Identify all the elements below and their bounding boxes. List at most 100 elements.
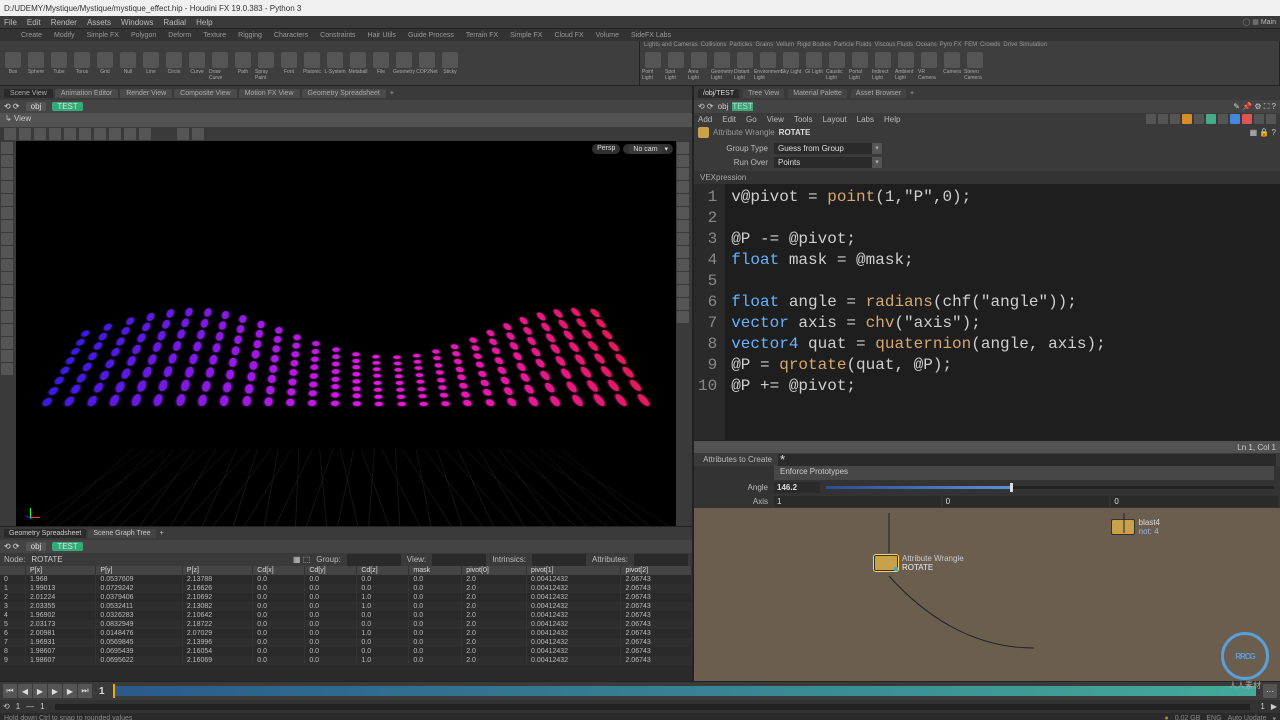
shelf-tool[interactable]: Caustic Light [826, 50, 848, 82]
viewport-canvas[interactable]: Persp No cam ▾ [16, 141, 676, 526]
shelf-tool[interactable]: Grid [94, 50, 116, 82]
tab-scene-graph-tree[interactable]: Scene Graph Tree [88, 529, 155, 538]
watermark-logo: RRCG 人人素材 [1214, 632, 1276, 694]
shelf-tool[interactable]: Spot Light [665, 50, 687, 82]
spreadsheet-pane: Geometry Spreadsheet Scene Graph Tree + … [0, 526, 693, 681]
net-tab[interactable]: /obj/TEST [698, 89, 739, 98]
menu-windows[interactable]: Windows [121, 18, 153, 27]
shelf-tool[interactable]: Sticky [439, 50, 461, 82]
shelf-tool[interactable]: Path [232, 50, 254, 82]
tab-motionfx-view[interactable]: Motion FX View [239, 89, 300, 98]
group-filter-input[interactable] [347, 554, 401, 566]
menu-edit[interactable]: Edit [27, 18, 41, 27]
shelf-tool[interactable]: Font [278, 50, 300, 82]
tab-anim-editor[interactable]: Animation Editor [55, 89, 118, 98]
camera-select[interactable]: No cam ▾ [623, 144, 673, 154]
menu-render[interactable]: Render [51, 18, 77, 27]
timeline-track[interactable] [113, 686, 1256, 696]
viewport-pane: Scene View Animation Editor Render View … [0, 86, 693, 526]
attrs-to-create-input[interactable] [778, 454, 1276, 466]
vex-label: VEXpression [694, 171, 1280, 184]
code-status: Ln 1, Col 1 [694, 440, 1280, 453]
shelf-tool[interactable]: Draw Curve [209, 50, 231, 82]
viewport-path[interactable]: ⟲ ⟳ objTEST [0, 100, 692, 113]
axis-z-input[interactable]: 0 [1111, 496, 1278, 507]
view-label: ↳ View [0, 113, 692, 127]
shelf-tool[interactable]: Curve [186, 50, 208, 82]
shelf-tool[interactable]: Geometry Light [711, 50, 733, 82]
shelf-tool[interactable]: Sphere [25, 50, 47, 82]
viewport-tabs: Scene View Animation Editor Render View … [0, 86, 692, 100]
display-flag-icon[interactable] [1182, 114, 1192, 124]
shelf-tool[interactable]: Box [2, 50, 24, 82]
run-over-select[interactable]: Points [774, 157, 872, 168]
scale-tool-icon[interactable] [1, 181, 13, 193]
shelf-tool[interactable]: Platonic [301, 50, 323, 82]
timeline: ⏮ ◀ ▶ ▶ ▶ ⏭ 1 ⋯ [0, 681, 1280, 700]
parameter-pane: /obj/TEST Tree View Material Palette Ass… [693, 86, 1280, 681]
spreadsheet-table[interactable]: P[x]P[y]P[z]Cd[x]Cd[y]Cd[z]maskpivot[0]p… [0, 566, 692, 681]
timeline-range: ⟲ 1 — 1 1 ▶ [0, 700, 1280, 713]
network-editor[interactable]: Attribute Wrangle ROTATE blast4 not: 4 [694, 508, 1280, 681]
group-type-select[interactable]: Guess from Group [774, 143, 872, 154]
main-menu: File Edit Render Assets Windows Radial H… [0, 16, 1280, 29]
shelf-tool[interactable]: Indirect Light [872, 50, 894, 82]
shelf-tool[interactable]: Ambient Light [895, 50, 917, 82]
shelf-tool[interactable]: Environment Light [757, 50, 779, 82]
shelf-tool[interactable]: COP2Net [416, 50, 438, 82]
axis-x-input[interactable]: 1 [774, 496, 941, 507]
shelf-tool[interactable]: Sky Light [780, 50, 802, 82]
angle-slider[interactable] [826, 486, 1274, 489]
wrangle-icon [698, 127, 709, 138]
menu-radial[interactable]: Radial [163, 18, 186, 27]
shelf-tool[interactable]: Geometry [393, 50, 415, 82]
shelf-tool[interactable]: Point Light [642, 50, 664, 82]
shelf-tool[interactable]: File [370, 50, 392, 82]
shelf-tool[interactable]: L-System [324, 50, 346, 82]
persp-toggle[interactable]: Persp [592, 144, 620, 154]
current-frame[interactable]: 1 [95, 686, 109, 697]
tab-scene-view[interactable]: Scene View [4, 89, 53, 98]
shelf-tool[interactable]: Line [140, 50, 162, 82]
tool-shelf: BoxSphereTubeTorusGridNullLineCircleCurv… [0, 41, 1280, 86]
tab-geospread[interactable]: Geometry Spreadsheet [302, 89, 386, 98]
shelf-tool[interactable]: Stereo Camera [964, 50, 986, 82]
angle-value[interactable]: 146.2 [774, 482, 820, 493]
menu-help[interactable]: Help [196, 18, 212, 27]
rotate-tool-icon[interactable] [1, 168, 13, 180]
viewport-toolbar [0, 127, 692, 141]
viewport-left-tools [0, 141, 16, 526]
shelf-tool[interactable]: Portal Light [849, 50, 871, 82]
tab-render-view[interactable]: Render View [120, 89, 172, 98]
menu-file[interactable]: File [4, 18, 17, 27]
shelf-tool[interactable]: Torus [71, 50, 93, 82]
shelf-tool[interactable]: GI Light [803, 50, 825, 82]
shelf-tab-strip: Create Modify Simple FX Polygon Deform T… [0, 29, 1280, 41]
play-button[interactable]: ▶ [48, 684, 62, 698]
next-frame-button[interactable]: ▶ [63, 684, 77, 698]
shelf-tool[interactable]: Null [117, 50, 139, 82]
prev-frame-button[interactable]: ◀ [18, 684, 32, 698]
shelf-tool[interactable]: VR Camera [918, 50, 940, 82]
move-tool-icon[interactable] [1, 155, 13, 167]
tab-geo-spreadsheet[interactable]: Geometry Spreadsheet [4, 529, 86, 538]
select-tool-icon[interactable] [1, 142, 13, 154]
vp-tool-icon[interactable] [4, 128, 16, 140]
axis-y-input[interactable]: 0 [943, 496, 1110, 507]
play-back-button[interactable]: ▶ [33, 684, 47, 698]
shelf-tool[interactable]: Tube [48, 50, 70, 82]
last-frame-button[interactable]: ⏭ [78, 684, 92, 698]
shelf-tool[interactable]: Distant Light [734, 50, 756, 82]
view-filter-input[interactable] [432, 554, 486, 566]
vex-code-editor[interactable]: 12345678910 v@pivot = point(1,"P",0); @P… [694, 184, 1280, 440]
tab-composite-view[interactable]: Composite View [174, 89, 236, 98]
menu-assets[interactable]: Assets [87, 18, 111, 27]
shelf-tool[interactable]: Spray Paint [255, 50, 277, 82]
first-frame-button[interactable]: ⏮ [3, 684, 17, 698]
shelf-tool[interactable]: Camera [941, 50, 963, 82]
enforce-prototypes-toggle[interactable]: Enforce Prototypes [774, 466, 1274, 480]
shelf-tool[interactable]: Metaball [347, 50, 369, 82]
window-title: D:/UDEMY/Mystique/Mystique/mystique_effe… [0, 0, 1280, 16]
shelf-tool[interactable]: Area Light [688, 50, 710, 82]
shelf-tool[interactable]: Circle [163, 50, 185, 82]
